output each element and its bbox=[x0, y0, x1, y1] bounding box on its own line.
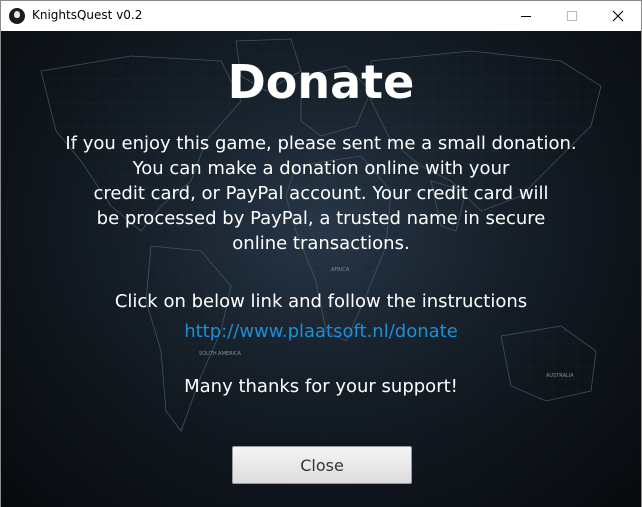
window-title: KnightsQuest v0.2 bbox=[32, 8, 143, 22]
donate-panel: AFRICA SOUTH AMERICA AUSTRALIA Donate If… bbox=[1, 31, 641, 507]
map-label-south-america: SOUTH AMERICA bbox=[199, 351, 242, 357]
message-line: be processed by PayPal, a trusted name i… bbox=[96, 208, 546, 229]
instruction-text: Click on below link and follow the instr… bbox=[114, 291, 528, 312]
close-icon bbox=[612, 10, 624, 22]
minimize-icon bbox=[521, 15, 531, 17]
donate-link[interactable]: http://www.plaatsoft.nl/donate bbox=[1, 321, 641, 342]
maximize-icon bbox=[567, 11, 577, 21]
app-window: KnightsQuest v0.2 AFRICA SOUTH AMERICA A… bbox=[0, 0, 642, 507]
close-window-button[interactable] bbox=[595, 1, 641, 31]
message-line: You can make a donation online with your bbox=[132, 158, 510, 179]
thanks-text: Many thanks for your support! bbox=[184, 376, 458, 397]
donation-message: If you enjoy this game, please sent me a… bbox=[61, 131, 581, 256]
title-bar[interactable]: KnightsQuest v0.2 bbox=[1, 1, 641, 31]
knight-helmet-icon bbox=[9, 8, 25, 24]
message-line: online transactions. bbox=[232, 233, 410, 254]
message-line: credit card, or PayPal account. Your cre… bbox=[93, 183, 549, 204]
minimize-button[interactable] bbox=[503, 1, 549, 31]
page-title: Donate bbox=[227, 55, 415, 109]
close-button[interactable]: Close bbox=[232, 446, 412, 484]
maximize-button[interactable] bbox=[549, 1, 595, 31]
message-line: If you enjoy this game, please sent me a… bbox=[65, 133, 577, 154]
map-label-africa: AFRICA bbox=[331, 267, 350, 273]
